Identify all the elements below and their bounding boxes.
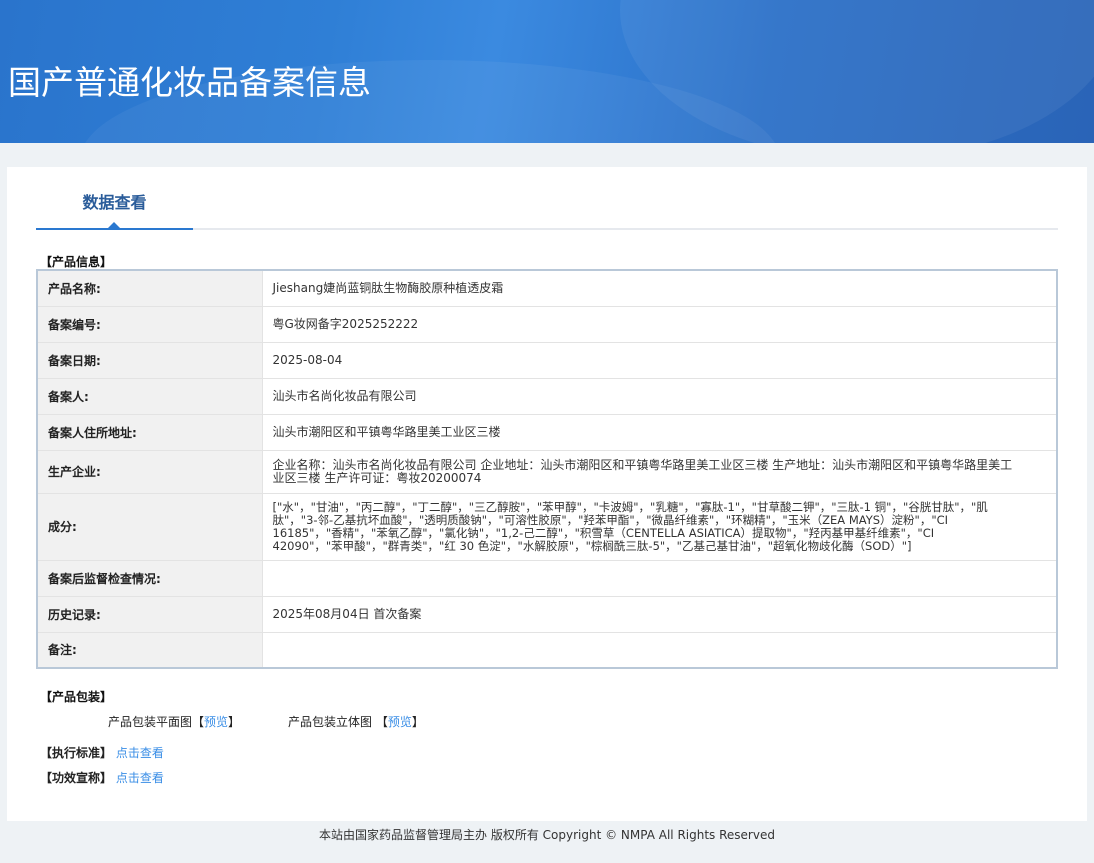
preview-stereo-link[interactable]: 预览 <box>388 715 412 729</box>
content-card: 数据查看 【产品信息】 产品名称: Jieshang婕尚蓝铜肽生物酶胶原种植透皮霜… <box>7 167 1087 821</box>
efficacy-label: 【功效宣称】 <box>40 771 113 785</box>
row-label: 备案日期: <box>36 341 263 379</box>
bracket: 【 <box>192 715 205 729</box>
row-label: 备注: <box>36 631 263 669</box>
table-row: 成分: ["水"，"甘油"，"丙二醇"，"丁二醇"，"三乙醇胺"，"苯甲醇"，"卡… <box>36 492 1058 561</box>
efficacy-view-link[interactable]: 点击查看 <box>116 771 164 785</box>
row-value: 2025-08-04 <box>261 341 1058 379</box>
preview-flat-link[interactable]: 预览 <box>204 715 228 729</box>
packaging-flat-label: 产品包装平面图 <box>108 715 193 729</box>
row-value: 2025年08月04日 首次备案 <box>261 595 1058 633</box>
tab-bar: 数据查看 <box>36 167 1058 230</box>
row-value: 粤G妆网备字2025252222 <box>261 305 1058 343</box>
standard-line: 【执行标准】 点击查看 <box>40 744 164 761</box>
row-label: 备案后监督检查情况: <box>36 559 263 597</box>
standard-view-link[interactable]: 点击查看 <box>116 746 164 760</box>
product-info-table: 产品名称: Jieshang婕尚蓝铜肽生物酶胶原种植透皮霜 备案编号: 粤G妆网备字… <box>36 269 1058 669</box>
row-label: 备案人住所地址: <box>36 413 263 451</box>
row-label: 生产企业: <box>36 449 263 494</box>
row-value: 汕头市名尚化妆品有限公司 <box>261 377 1058 415</box>
row-value: Jieshang婕尚蓝铜肽生物酶胶原种植透皮霜 <box>261 269 1058 307</box>
bracket: 【 <box>375 715 388 729</box>
active-tab-indicator <box>108 222 120 228</box>
efficacy-line: 【功效宣称】 点击查看 <box>40 769 164 786</box>
row-label: 产品名称: <box>36 269 263 307</box>
table-row: 备案日期: 2025-08-04 <box>36 341 1058 379</box>
row-value: 汕头市潮阳区和平镇粤华路里美工业区三楼 <box>261 413 1058 451</box>
table-row: 历史记录: 2025年08月04日 首次备案 <box>36 595 1058 633</box>
header-banner: 国产普通化妆品备案信息 <box>0 0 1094 143</box>
section-product-info: 【产品信息】 <box>40 255 113 269</box>
row-label: 备案编号: <box>36 305 263 343</box>
row-value <box>261 631 1058 669</box>
section-packaging: 【产品包装】 <box>40 690 113 704</box>
page-title: 国产普通化妆品备案信息 <box>8 63 371 102</box>
row-label: 历史记录: <box>36 595 263 633</box>
table-row: 备注: <box>36 631 1058 669</box>
tab-data-view[interactable]: 数据查看 <box>36 167 193 230</box>
packaging-stereo: 产品包装立体图 【预览】 <box>288 713 424 730</box>
row-label: 备案人: <box>36 377 263 415</box>
table-row: 产品名称: Jieshang婕尚蓝铜肽生物酶胶原种植透皮霜 <box>36 269 1058 307</box>
packaging-flat: 产品包装平面图【预览】 <box>108 713 240 730</box>
row-value: ["水"，"甘油"，"丙二醇"，"丁二醇"，"三乙醇胺"，"苯甲醇"，"卡波姆"… <box>261 492 1058 561</box>
footer-copyright: 本站由国家药品监督管理局主办 版权所有 Copyright © NMPA All… <box>319 828 775 842</box>
row-value: 企业名称：汕头市名尚化妆品有限公司 企业地址：汕头市潮阳区和平镇粤华路里美工业区… <box>261 449 1058 494</box>
packaging-stereo-label: 产品包装立体图 <box>288 715 373 729</box>
table-row: 备案编号: 粤G妆网备字2025252222 <box>36 305 1058 343</box>
table-row: 生产企业: 企业名称：汕头市名尚化妆品有限公司 企业地址：汕头市潮阳区和平镇粤华路… <box>36 449 1058 494</box>
tab-label: 数据查看 <box>82 193 147 212</box>
row-label: 成分: <box>36 492 263 561</box>
row-value <box>261 559 1058 597</box>
table-row: 备案人住所地址: 汕头市潮阳区和平镇粤华路里美工业区三楼 <box>36 413 1058 451</box>
bracket: 】 <box>411 715 424 729</box>
table-row: 备案人: 汕头市名尚化妆品有限公司 <box>36 377 1058 415</box>
table-row: 备案后监督检查情况: <box>36 559 1058 597</box>
bracket: 】 <box>228 715 241 729</box>
standard-label: 【执行标准】 <box>40 746 113 760</box>
